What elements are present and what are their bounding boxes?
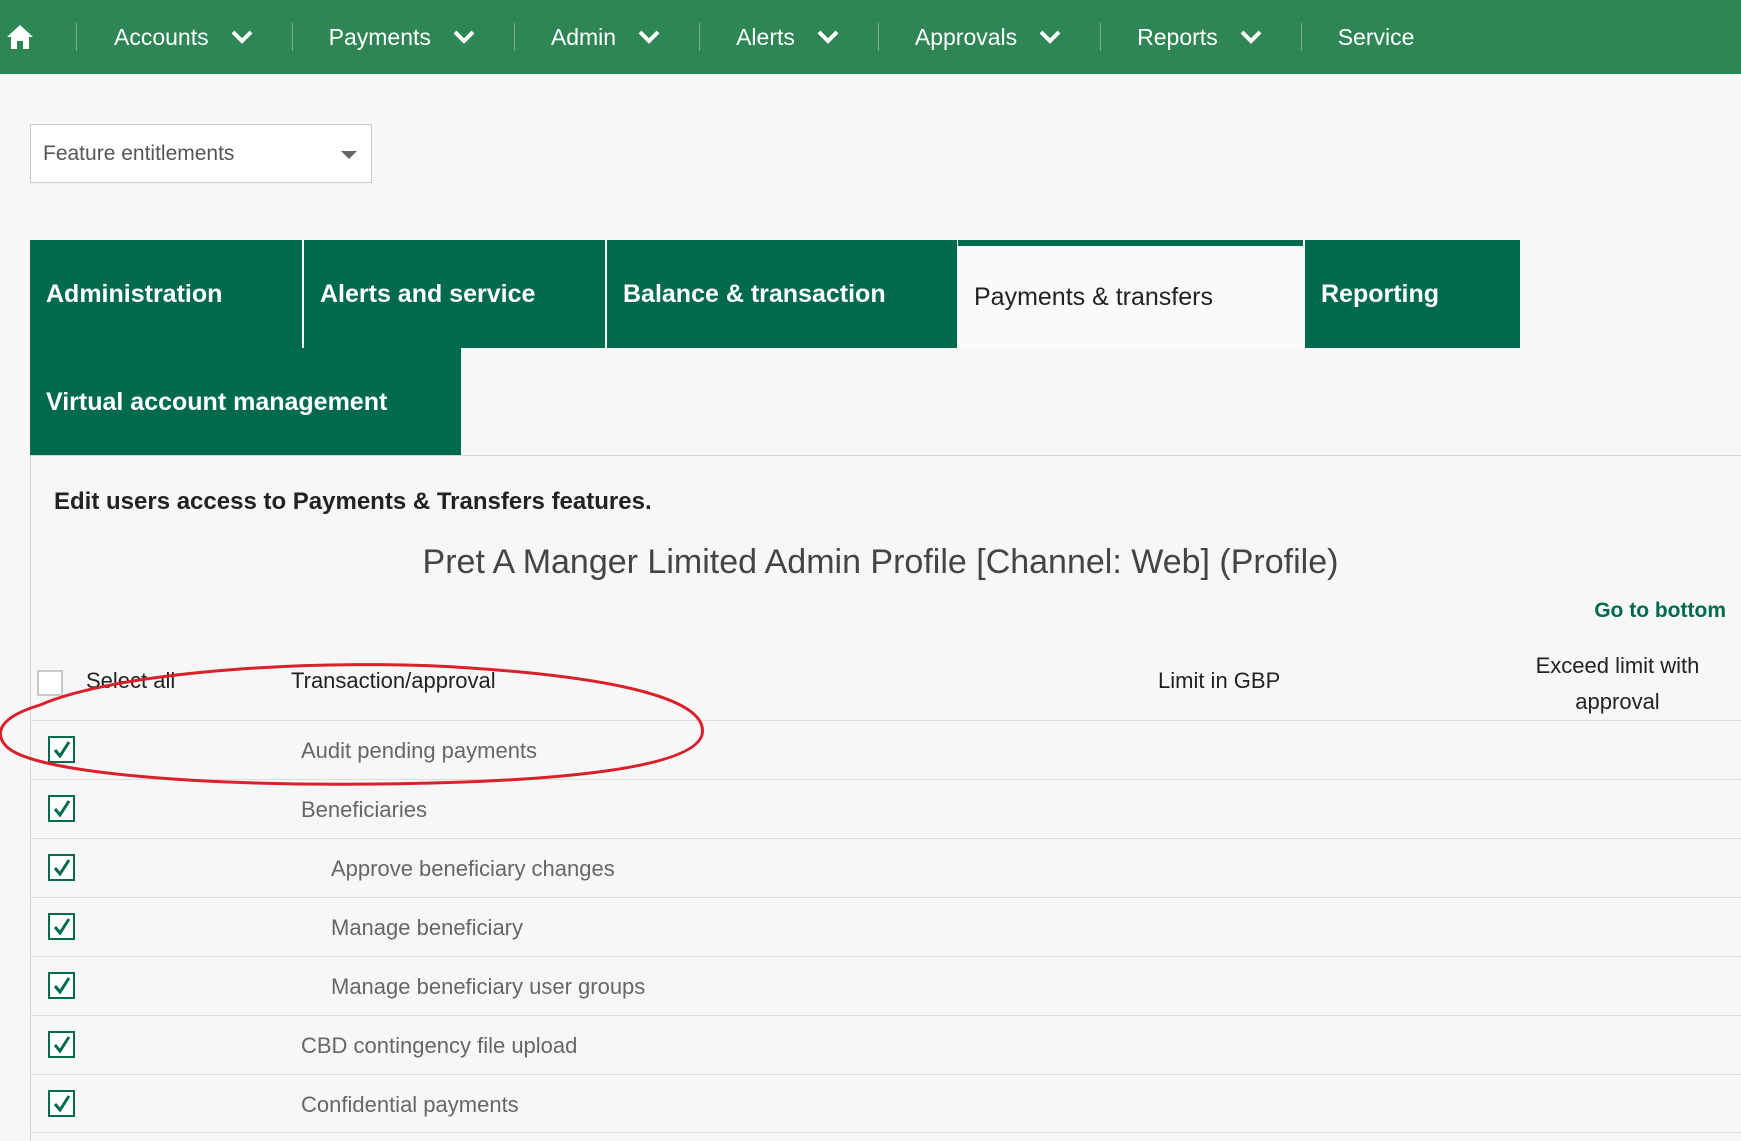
- tab-label: Balance & transaction: [623, 279, 886, 308]
- row-label: Approve beneficiary changes: [331, 856, 615, 881]
- nav-payments[interactable]: Payments: [329, 0, 475, 74]
- nav-accounts[interactable]: Accounts: [114, 0, 253, 74]
- row-checkbox[interactable]: [48, 1031, 75, 1058]
- tab-reporting[interactable]: Reporting: [1305, 240, 1520, 348]
- tab-alerts-and-service[interactable]: Alerts and service: [304, 240, 605, 348]
- nav-service[interactable]: Service: [1338, 0, 1415, 74]
- home-icon[interactable]: [0, 0, 40, 74]
- feature-select-value: Feature entitlements: [43, 141, 235, 165]
- nav-approvals[interactable]: Approvals: [915, 0, 1061, 74]
- entitlements-list: Audit pending payments Beneficiaries App…: [30, 720, 1741, 1133]
- column-header-exceed-limit: Exceed limit with approval: [1535, 653, 1700, 714]
- row-checkbox[interactable]: [48, 795, 75, 822]
- tab-balance-transaction[interactable]: Balance & transaction: [607, 240, 957, 348]
- row-checkbox[interactable]: [48, 972, 75, 999]
- feature-entitlements-select[interactable]: Feature entitlements: [30, 124, 372, 183]
- tab-administration[interactable]: Administration: [30, 240, 302, 348]
- tab-label: Reporting: [1321, 279, 1440, 308]
- table-row: CBD contingency file upload: [30, 1015, 1741, 1074]
- nav-divider: [699, 23, 701, 51]
- row-checkbox[interactable]: [48, 854, 75, 881]
- column-header-limit: Limit in GBP: [1158, 668, 1281, 693]
- select-all-label: Select all: [86, 668, 176, 693]
- tab-label: Virtual account management: [46, 387, 388, 416]
- row-label: CBD contingency file upload: [301, 1033, 578, 1058]
- row-checkbox[interactable]: [48, 736, 75, 763]
- row-label: Confidential payments: [301, 1092, 519, 1117]
- row-checkbox[interactable]: [48, 913, 75, 940]
- intro-text: Edit users access to Payments & Transfer…: [54, 488, 652, 515]
- row-label: Manage beneficiary user groups: [331, 974, 646, 999]
- tab-label: Administration: [46, 279, 223, 308]
- chevron-down-icon: [1039, 29, 1061, 45]
- nav-divider: [1100, 23, 1102, 51]
- nav-admin-label: Admin: [550, 23, 617, 50]
- chevron-down-icon: [453, 29, 475, 45]
- go-to-bottom-link[interactable]: Go to bottom: [1594, 599, 1726, 623]
- tab-label: Payments & transfers: [974, 282, 1213, 311]
- profile-title: Pret A Manger Limited Admin Profile [Cha…: [422, 543, 1339, 581]
- table-row: Manage beneficiary user groups: [30, 956, 1741, 1015]
- tab-virtual-account-management[interactable]: Virtual account management: [30, 348, 461, 456]
- nav-payments-label: Payments: [328, 23, 431, 50]
- nav-alerts-label: Alerts: [736, 23, 795, 50]
- chevron-down-icon: [817, 29, 839, 45]
- nav-divider: [1300, 23, 1302, 51]
- select-all-checkbox[interactable]: [37, 670, 63, 696]
- content-divider: [30, 455, 1741, 456]
- chevron-down-icon: [231, 29, 253, 45]
- nav-service-label: Service: [1337, 23, 1415, 50]
- row-checkbox[interactable]: [48, 1090, 75, 1117]
- tab-payments-transfers[interactable]: Payments & transfers: [958, 240, 1303, 348]
- table-row: Beneficiaries: [30, 779, 1741, 838]
- chevron-down-icon: [638, 29, 660, 45]
- row-label: Manage beneficiary: [331, 915, 524, 940]
- nav-divider: [291, 23, 293, 51]
- nav-divider: [76, 23, 77, 51]
- nav-accounts-label: Accounts: [114, 23, 209, 50]
- nav-reports[interactable]: Reports: [1137, 0, 1262, 74]
- row-label: Audit pending payments: [301, 738, 538, 763]
- top-nav: Accounts Payments Admin Alerts Approvals…: [0, 0, 1741, 74]
- caret-down-icon: [341, 151, 357, 159]
- nav-approvals-label: Approvals: [914, 23, 1018, 50]
- nav-admin[interactable]: Admin: [551, 0, 660, 74]
- chevron-down-icon: [1240, 29, 1262, 45]
- column-header-transaction: Transaction/approval: [291, 668, 496, 693]
- nav-reports-label: Reports: [1137, 23, 1218, 50]
- tab-label: Alerts and service: [320, 279, 536, 308]
- row-label: Beneficiaries: [301, 797, 427, 822]
- nav-alerts[interactable]: Alerts: [736, 0, 839, 74]
- table-row: Manage beneficiary: [30, 897, 1741, 956]
- table-row: Audit pending payments: [30, 720, 1741, 779]
- table-row: Approve beneficiary changes: [30, 838, 1741, 897]
- nav-divider: [513, 23, 515, 51]
- table-row: Confidential payments: [30, 1074, 1741, 1133]
- nav-divider: [877, 23, 879, 51]
